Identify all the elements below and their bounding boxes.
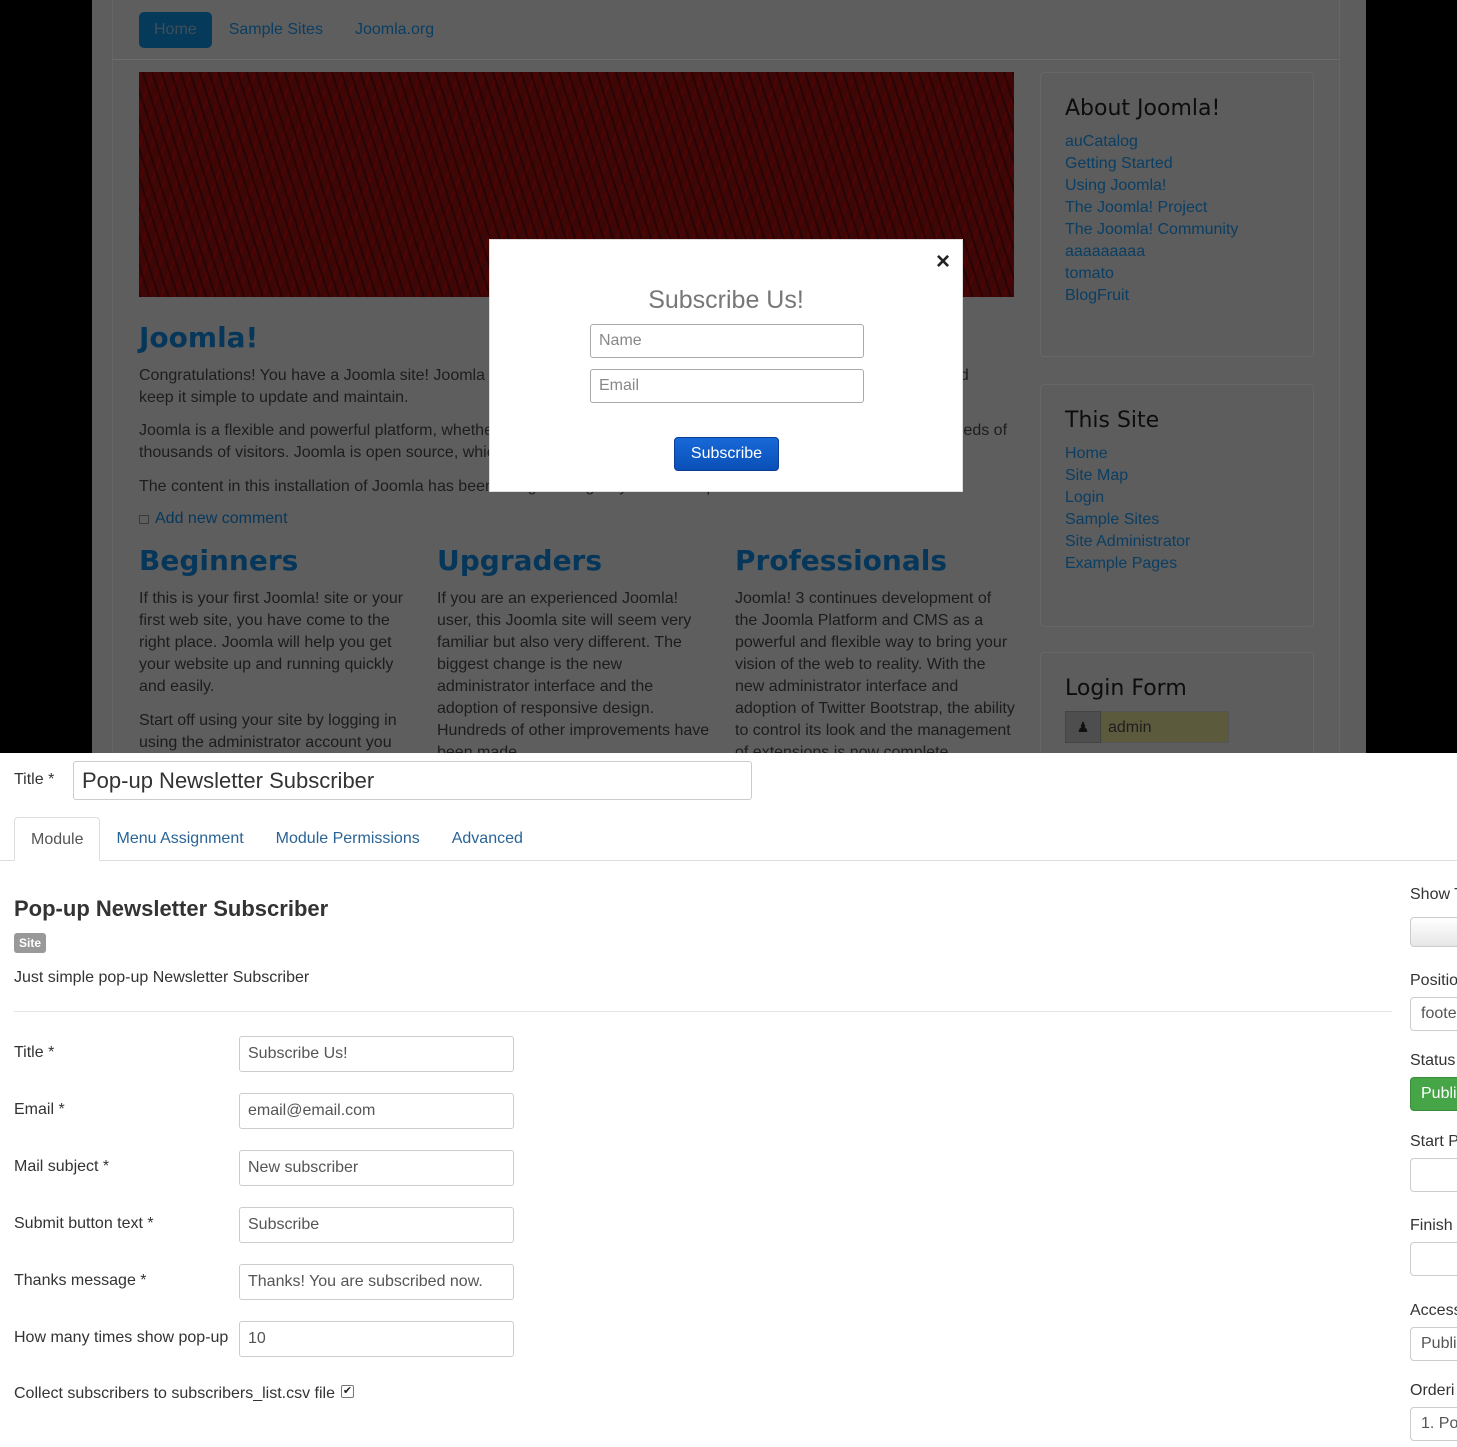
mail-subject-field[interactable]: New subscriber bbox=[239, 1150, 514, 1186]
column-text: Start off using your site by logging in … bbox=[139, 712, 397, 751]
site-badge: Site bbox=[14, 933, 47, 953]
field-label: Submit button text * bbox=[14, 1215, 154, 1232]
sidebar-link[interactable]: Site Administrator bbox=[1065, 531, 1289, 553]
nav-sample-sites[interactable]: Sample Sites bbox=[214, 12, 338, 48]
sidebar-link[interactable]: Using Joomla! bbox=[1065, 175, 1289, 197]
nav-divider bbox=[113, 59, 1339, 60]
nav-joomla-org[interactable]: Joomla.org bbox=[340, 12, 449, 48]
field-label: Title * bbox=[14, 1044, 55, 1061]
add-comment-link[interactable]: Add new comment bbox=[139, 510, 288, 528]
show-count-field[interactable]: 10 bbox=[239, 1321, 514, 1357]
module-title: This Site bbox=[1065, 408, 1160, 433]
field-label: Email * bbox=[14, 1101, 65, 1118]
username-row: ♟ admin bbox=[1065, 711, 1289, 743]
sidebar-link[interactable]: Home bbox=[1065, 443, 1289, 465]
column-title: Professionals bbox=[735, 544, 947, 577]
access-select[interactable]: Publi bbox=[1410, 1327, 1457, 1361]
checkbox-label: Collect subscribers to subscribers_list.… bbox=[14, 1385, 335, 1402]
sidebar-link[interactable]: Site Map bbox=[1065, 465, 1289, 487]
access-label: Access bbox=[1410, 1302, 1457, 1319]
about-joomla-module: About Joomla! auCatalog Getting Started … bbox=[1040, 72, 1314, 357]
collect-subscribers-checkbox[interactable]: ✔ bbox=[341, 1385, 354, 1398]
module-title: About Joomla! bbox=[1065, 96, 1221, 121]
module-description: Just simple pop-up Newsletter Subscriber bbox=[14, 969, 310, 986]
module-title: Login Form bbox=[1065, 676, 1187, 701]
subscribe-modal: × Subscribe Us! Name Email Subscribe bbox=[489, 239, 963, 492]
sidebar-link[interactable]: The Joomla! Project bbox=[1065, 197, 1289, 219]
nav-home[interactable]: Home bbox=[139, 12, 212, 48]
admin-module-editor: Title * Pop-up Newsletter Subscriber Mod… bbox=[0, 753, 1457, 1447]
collect-subscribers-row: Collect subscribers to subscribers_list.… bbox=[14, 1385, 354, 1403]
comment-icon bbox=[139, 514, 149, 524]
close-icon[interactable]: × bbox=[936, 250, 950, 274]
show-title-toggle[interactable] bbox=[1410, 917, 1457, 947]
title-label: Title * bbox=[14, 771, 55, 788]
frontend-screenshot: Home Sample Sites Joomla.org Joomla! Con… bbox=[0, 0, 1457, 753]
sidebar-link[interactable]: tomato bbox=[1065, 263, 1289, 285]
sidebar-link[interactable]: Example Pages bbox=[1065, 553, 1289, 575]
tab-menu-assignment[interactable]: Menu Assignment bbox=[100, 817, 259, 861]
tab-module[interactable]: Module bbox=[14, 817, 101, 861]
tab-advanced[interactable]: Advanced bbox=[436, 817, 539, 861]
finish-publishing-label: Finish bbox=[1410, 1217, 1453, 1234]
login-form-module: Login Form ♟ admin bbox=[1040, 652, 1314, 753]
position-label: Positio bbox=[1410, 972, 1457, 989]
tab-module-permissions[interactable]: Module Permissions bbox=[260, 817, 436, 861]
column-beginners: Beginners If this is your first Joomla! … bbox=[139, 540, 419, 753]
column-title: Upgraders bbox=[437, 544, 603, 577]
module-title-input[interactable]: Pop-up Newsletter Subscriber bbox=[73, 761, 752, 800]
section-divider bbox=[14, 1011, 1392, 1012]
ordering-select[interactable]: 1. Po bbox=[1410, 1407, 1457, 1441]
position-select[interactable]: foote bbox=[1410, 997, 1457, 1031]
column-professionals: Professionals Joomla! 3 continues develo… bbox=[735, 540, 1015, 753]
email-field[interactable]: email@email.com bbox=[239, 1093, 514, 1129]
column-text: Joomla! 3 continues development of the J… bbox=[735, 590, 1015, 753]
name-input[interactable]: Name bbox=[590, 324, 864, 358]
subscribe-button[interactable]: Subscribe bbox=[674, 437, 779, 471]
sidebar-link[interactable]: Sample Sites bbox=[1065, 509, 1289, 531]
show-title-label: Show T bbox=[1410, 886, 1457, 903]
feature-columns: Beginners If this is your first Joomla! … bbox=[139, 540, 1019, 753]
start-publishing-label: Start P bbox=[1410, 1133, 1457, 1150]
status-select[interactable]: Publi bbox=[1410, 1077, 1457, 1111]
finish-publishing-input[interactable] bbox=[1410, 1242, 1457, 1276]
modal-title: Subscribe Us! bbox=[648, 286, 804, 314]
ordering-label: Orderi bbox=[1410, 1382, 1455, 1399]
module-name-heading: Pop-up Newsletter Subscriber bbox=[14, 896, 329, 921]
column-upgraders: Upgraders If you are an experienced Joom… bbox=[437, 540, 717, 753]
field-label: How many times show pop-up bbox=[14, 1329, 229, 1346]
column-title: Beginners bbox=[139, 544, 299, 577]
editor-tabs: Module Menu Assignment Module Permission… bbox=[14, 817, 539, 861]
submit-text-field[interactable]: Subscribe bbox=[239, 1207, 514, 1243]
sidebar-link[interactable]: auCatalog bbox=[1065, 131, 1289, 153]
thanks-message-field[interactable]: Thanks! You are subscribed now. bbox=[239, 1264, 514, 1300]
sidebar-link[interactable]: Login bbox=[1065, 487, 1289, 509]
sidebar-link[interactable]: Getting Started bbox=[1065, 153, 1289, 175]
add-comment-label: Add new comment bbox=[155, 510, 288, 527]
field-label: Thanks message * bbox=[14, 1272, 147, 1289]
this-site-module: This Site Home Site Map Login Sample Sit… bbox=[1040, 384, 1314, 627]
sidebar-link[interactable]: aaaaaaaaa bbox=[1065, 241, 1289, 263]
user-icon: ♟ bbox=[1065, 711, 1101, 743]
sidebar-link[interactable]: BlogFruit bbox=[1065, 285, 1289, 307]
column-text: If this is your first Joomla! site or yo… bbox=[139, 590, 404, 695]
main-nav: Home Sample Sites Joomla.org bbox=[139, 12, 451, 48]
column-text: If you are an experienced Joomla! user, … bbox=[437, 590, 710, 753]
start-publishing-input[interactable] bbox=[1410, 1158, 1457, 1192]
status-label: Status bbox=[1410, 1052, 1456, 1069]
field-label: Mail subject * bbox=[14, 1158, 110, 1175]
sidebar-link[interactable]: The Joomla! Community bbox=[1065, 219, 1289, 241]
email-input[interactable]: Email bbox=[590, 369, 864, 403]
title-field[interactable]: Subscribe Us! bbox=[239, 1036, 514, 1072]
username-input[interactable]: admin bbox=[1101, 711, 1229, 743]
